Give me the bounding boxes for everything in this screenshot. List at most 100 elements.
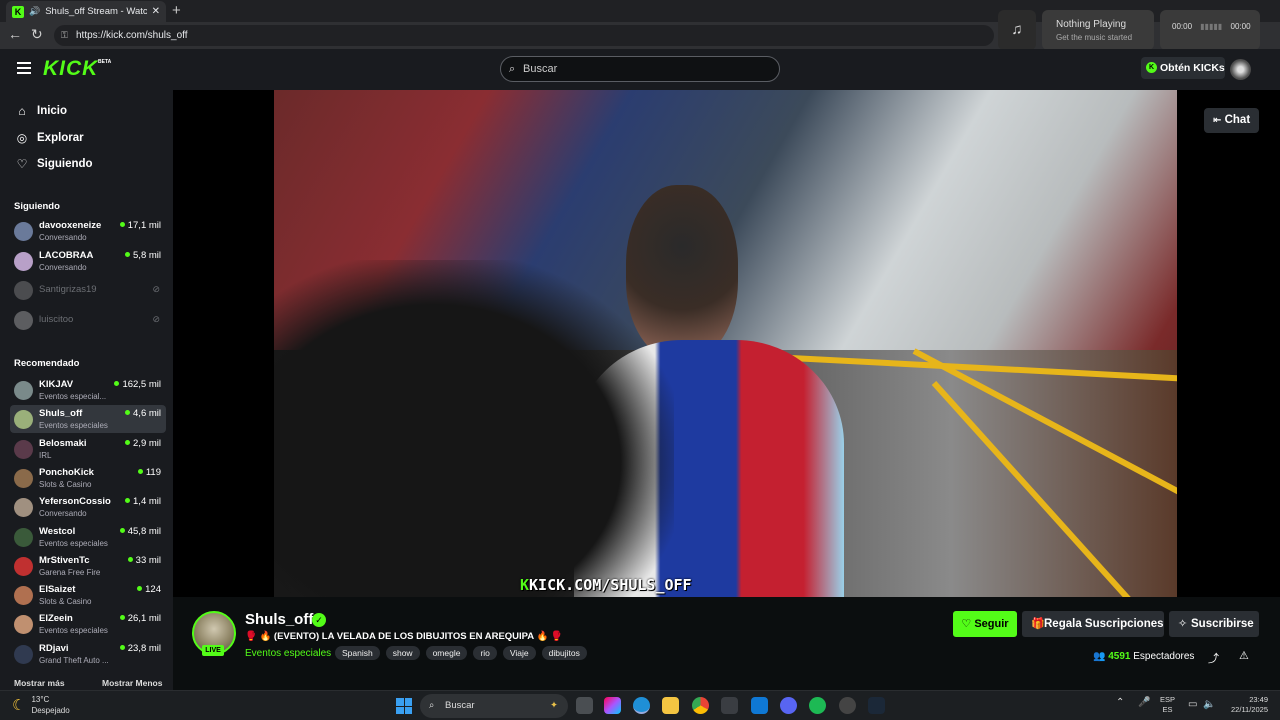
kicks-coin-icon: K [1146,62,1157,73]
clock[interactable]: 23:49 22/11/2025 [1224,695,1268,715]
gift-subs-button[interactable]: 🎁 Regala Suscripciones [1022,611,1164,637]
search-input[interactable]: ⌕ Buscar [500,56,780,82]
file-explorer-icon[interactable] [662,697,679,714]
stream-tag[interactable]: rio [473,646,497,660]
follow-label: Seguir [974,618,1009,630]
channel-category: Conversando [39,509,87,519]
copilot-icon[interactable] [604,697,621,714]
get-kicks-label: Obtén KICKs [1160,62,1225,74]
sidebar-channel-kikjav[interactable]: KIKJAV Eventos especial... 162,5 mil [10,376,166,404]
heart-icon: ♡ [16,157,28,171]
media-widget: ♫ Nothing Playing Get the music started … [998,10,1280,50]
sidebar-channel-shuls_off[interactable]: Shuls_off Eventos especiales 4,6 mil [10,405,166,434]
sidebar-channel-davooxeneize[interactable]: davooxeneize Conversando 17,1 mil [10,217,166,245]
sidebar: ⌂ Inicio ◎ Explorar ♡ Siguiendo Siguiend… [0,90,173,690]
chat-collapse-icon: ⇤ [1213,115,1222,126]
channel-viewers: 33 mil [128,555,161,566]
sidebar-channel-belosmaki[interactable]: Belosmaki IRL 2,9 mil [10,435,166,463]
nav-following[interactable]: ♡ Siguiendo [15,157,93,171]
outlook-icon[interactable] [751,697,768,714]
kick-logo[interactable]: KICK [43,57,98,81]
browser-tab[interactable]: K 🔊 Shuls_off Stream - Watch Liv ✕ [6,1,166,22]
url-field[interactable]: ⚿ https://kick.com/shuls_off [54,25,994,46]
show-less-button[interactable]: Mostrar Menos [102,678,162,688]
spotify-icon[interactable] [809,697,826,714]
search-placeholder: Buscar [523,63,558,75]
new-tab-icon[interactable]: + [172,2,181,19]
get-kicks-button[interactable]: K Obtén KICKs [1141,57,1225,79]
audio-icon[interactable]: 🔊 [29,6,40,17]
stream-category[interactable]: Eventos especiales [245,648,331,659]
video-player[interactable]: KKICK.COM/SHULS_OFF ⇤ Chat [173,90,1280,597]
taskbar-search-label: Buscar [445,700,475,711]
channel-avatar [14,381,33,400]
nav-home[interactable]: ⌂ Inicio [15,104,67,118]
channel-viewers: 2,9 mil [125,438,161,449]
sidebar-channel-mrstiventc[interactable]: MrStivenTc Garena Free Fire 33 mil [10,552,166,580]
sidebar-channel-elzeein[interactable]: ElZeein Eventos especiales 26,1 mil [10,610,166,638]
follow-button[interactable]: ♡ Seguir [953,611,1017,637]
user-avatar[interactable] [1230,59,1251,80]
channel-name: luiscitoo [39,313,74,325]
channel-viewers: 124 [137,584,161,595]
edge-icon[interactable] [633,697,650,714]
steam-icon[interactable] [868,697,885,714]
channel-category: Eventos especiales [39,626,108,636]
report-icon[interactable]: ⚠ [1239,649,1249,662]
channel-name: YefersonCossio [39,496,111,508]
subscribe-label: Suscribirse [1191,618,1254,630]
channel-category: Eventos especiales [39,538,108,548]
sidebar-channel-luiscitoo[interactable]: luiscitoo ⊘ [10,306,166,334]
sidebar-channel-rdjavi[interactable]: RDjavi Grand Theft Auto ... 23,8 mil [10,640,166,668]
sidebar-channel-santigrizas19[interactable]: Santigrizas19 ⊘ [10,276,166,304]
sidebar-channel-ponchokick[interactable]: PonchoKick Slots & Casino 119 [10,464,166,492]
sidebar-channel-yefersoncossio[interactable]: YefersonCossio Conversando 1,4 mil [10,493,166,521]
site-info-icon[interactable]: ⚿ [61,25,68,46]
stream-tag[interactable]: Spanish [335,646,380,660]
task-view-icon[interactable] [576,697,593,714]
sidebar-channel-westcol[interactable]: Westcol Eventos especiales 45,8 mil [10,523,166,551]
close-tab-icon[interactable]: ✕ [152,6,160,17]
windows-taskbar: ☾ 13°C Despejado ⌕ Buscar ✦ ⌃ 🎤 ESP ES ▭… [0,690,1280,720]
microphone-icon[interactable]: 🎤 [1138,697,1150,708]
show-more-button[interactable]: Mostrar más [14,678,65,688]
channel-name: davooxeneize [39,220,102,231]
obs-icon[interactable] [839,697,856,714]
reload-icon[interactable]: ↻ [31,26,43,43]
subscribe-button[interactable]: ✧ Suscribirse [1169,611,1259,637]
music-note-icon[interactable]: ♫ [998,10,1036,50]
chevron-up-icon[interactable]: ⌃ [1116,697,1124,708]
chrome-icon[interactable] [692,697,709,714]
now-playing[interactable]: Nothing Playing Get the music started [1042,10,1154,50]
language-indicator[interactable]: ESP ES [1160,695,1175,715]
weather-widget[interactable]: ☾ 13°C Despejado [12,694,70,716]
windows-start-icon[interactable] [396,698,412,714]
stream-tag[interactable]: dibujitos [541,646,587,660]
back-icon[interactable]: ← [8,26,22,42]
volume-icon[interactable]: 🔈 [1203,699,1215,710]
channel-avatar [14,222,33,241]
network-icon[interactable]: ▭ [1188,699,1197,710]
store-icon[interactable] [721,697,738,714]
stream-tags: Spanish show omegle rio Viaje dibujitos [335,646,587,660]
stream-tag[interactable]: show [385,646,420,660]
taskbar-search[interactable]: ⌕ Buscar ✦ [420,694,568,718]
nav-explore[interactable]: ◎ Explorar [15,131,84,145]
discord-icon[interactable] [780,697,797,714]
tab-title: Shuls_off Stream - Watch Liv [45,6,147,17]
copilot-sparkle-icon: ✦ [550,700,558,711]
channel-name: Belosmaki [39,437,87,449]
video-frame[interactable] [274,90,1177,597]
sidebar-channel-lacobraa[interactable]: LACOBRAA Conversando 5,8 mil [10,247,166,275]
url-text: https://kick.com/shuls_off [76,30,188,41]
stream-tag[interactable]: Viaje [502,646,536,660]
streamer-name[interactable]: Shuls_off [245,611,313,628]
stream-tag[interactable]: omegle [425,646,468,660]
sidebar-channel-elsaizet[interactable]: ElSaizet Slots & Casino 124 [10,581,166,609]
share-icon[interactable]: ⤴ [1208,650,1219,666]
channel-avatar [14,498,33,518]
channel-name: RDjavi [39,642,69,654]
chat-toggle-button[interactable]: ⇤ Chat [1204,108,1259,133]
kick-favicon-icon: K [12,5,24,18]
menu-icon[interactable] [17,62,31,77]
